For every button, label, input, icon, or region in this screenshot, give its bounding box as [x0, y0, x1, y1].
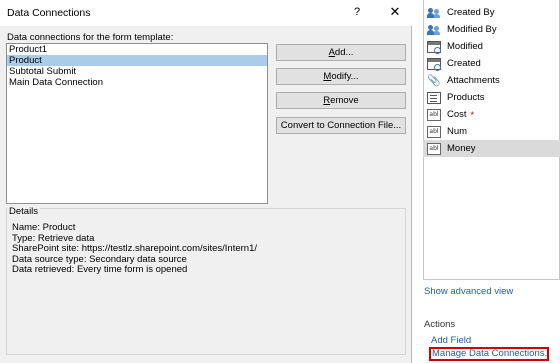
field-money[interactable]: abl Money	[423, 140, 560, 157]
field-label: Modified	[447, 41, 483, 52]
required-marker: *	[470, 109, 475, 120]
add-button[interactable]: Add...	[276, 44, 406, 61]
connections-list[interactable]: Product1 Product Subtotal Submit Main Da…	[6, 43, 268, 204]
convert-to-connection-file-button[interactable]: Convert to Connection File...	[276, 117, 406, 134]
detail-sharepoint-site: SharePoint site: https://testlz.sharepoi…	[12, 243, 258, 254]
field-modified-by[interactable]: Modified By	[423, 21, 560, 38]
field-label: Modified By	[447, 24, 497, 35]
field-label: Num	[447, 126, 468, 137]
list-item[interactable]: Product1	[7, 44, 267, 55]
list-item[interactable]: Subtotal Submit	[7, 66, 267, 77]
field-created[interactable]: Created	[423, 55, 560, 72]
text-field-icon: abl	[427, 125, 441, 138]
add-button-label: dd...	[334, 47, 354, 58]
people-icon	[427, 7, 441, 19]
detail-data-retrieved: Data retrieved: Every time form is opene…	[12, 264, 188, 275]
actions-header: Actions	[424, 319, 456, 330]
calendar-icon	[427, 57, 441, 71]
remove-button[interactable]: Remove	[276, 92, 406, 109]
remove-button-label: emove	[330, 95, 359, 106]
form-icon	[427, 91, 441, 104]
field-modified[interactable]: Modified	[423, 38, 560, 55]
modify-button-label: odify...	[331, 71, 359, 82]
field-label: Products	[447, 92, 485, 103]
connections-list-label: Data connections for the form template:	[7, 32, 174, 43]
field-label: Created	[447, 58, 481, 69]
text-field-icon: abl	[427, 142, 441, 155]
add-field-link[interactable]: Add Field	[431, 335, 471, 346]
field-created-by[interactable]: Created By	[423, 4, 560, 21]
modify-button[interactable]: Modify...	[276, 68, 406, 85]
show-advanced-view-link[interactable]: Show advanced view	[424, 286, 513, 297]
detail-name: Name: Product	[12, 222, 76, 233]
paperclip-icon: 📎	[427, 74, 441, 87]
help-button[interactable]: ?	[346, 3, 368, 21]
manage-data-connections-link[interactable]: Manage Data Connections...	[429, 347, 549, 361]
close-button[interactable]: ✕	[384, 3, 406, 21]
field-products[interactable]: Products	[423, 89, 560, 106]
dialog-title: Data Connections	[7, 7, 91, 19]
calendar-icon	[427, 40, 441, 54]
convert-button-label: Convert to Connection File...	[280, 120, 402, 131]
list-item-selected[interactable]: Product	[7, 55, 267, 66]
field-label: Cost	[447, 109, 467, 120]
details-label: Details	[7, 206, 41, 217]
field-label: Money	[447, 143, 476, 154]
people-icon	[427, 24, 441, 36]
field-label: Attachments	[447, 75, 500, 86]
list-item[interactable]: Main Data Connection	[7, 77, 267, 88]
data-connections-dialog: Data Connections ? ✕ Data connections fo…	[0, 0, 412, 363]
text-field-icon: abl	[427, 108, 441, 121]
field-cost[interactable]: abl Cost *	[423, 106, 560, 123]
field-label: Created By	[447, 7, 495, 18]
field-num[interactable]: abl Num	[423, 123, 560, 140]
field-attachments[interactable]: 📎 Attachments	[423, 72, 560, 89]
dialog-titlebar: Data Connections ? ✕	[0, 0, 412, 26]
